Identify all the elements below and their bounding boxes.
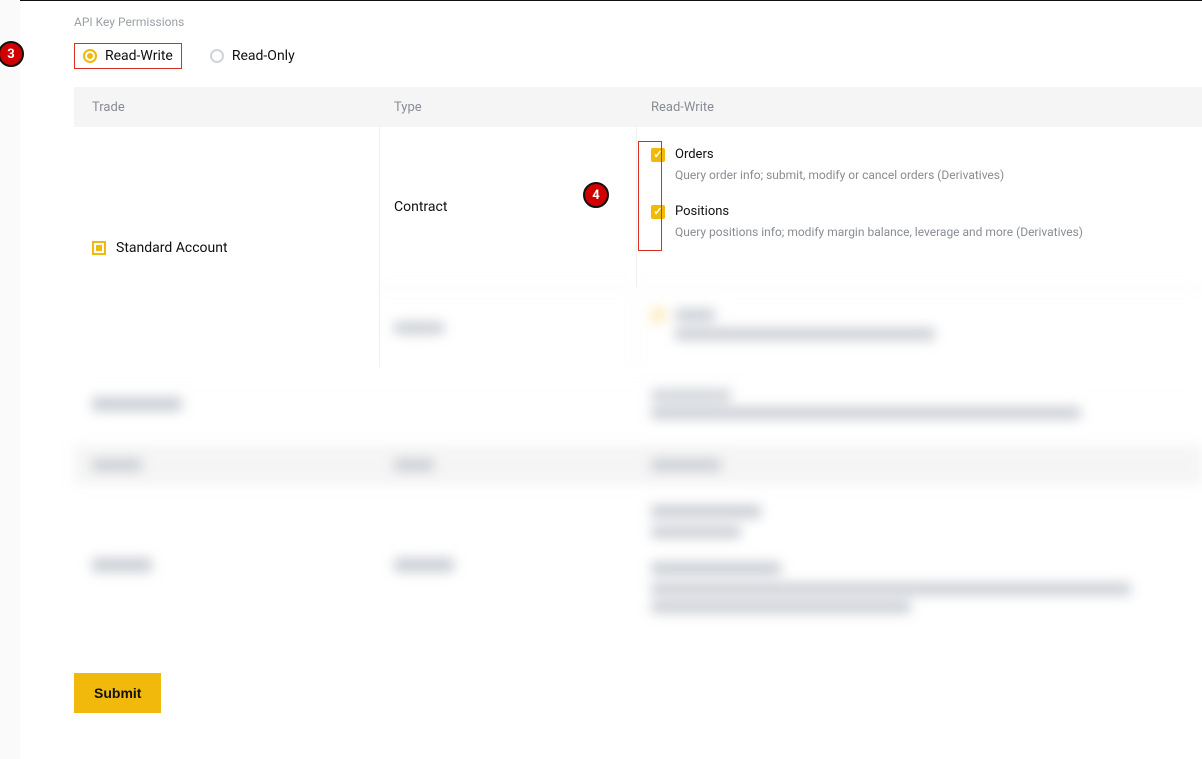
perm-desc: Query positions info; modify margin bala… (675, 225, 1188, 239)
permissions-table: Trade Type Read-Write Standard Account C… (74, 87, 1202, 645)
section-label: API Key Permissions (74, 15, 1202, 29)
radio-label: Read-Write (105, 48, 173, 64)
blurred-section (74, 368, 1202, 645)
cell-trade: Standard Account (74, 127, 380, 368)
table-header: Trade Type Read-Write (74, 87, 1202, 127)
blurred-row (380, 287, 1202, 368)
perm-orders: ✓ Orders Query order info; submit, modif… (651, 147, 1188, 182)
col-header-type: Type (380, 100, 637, 115)
account-label: Standard Account (116, 240, 228, 256)
perm-title: Orders (675, 147, 714, 162)
perm-positions: ✓ Positions Query positions info; modify… (651, 204, 1188, 239)
radio-read-only[interactable]: Read-Only (202, 44, 303, 68)
cell-permissions: ✓ Orders Query order info; submit, modif… (637, 127, 1202, 287)
table-row: Standard Account Contract ✓ Orders Query… (74, 127, 1202, 368)
annotation-4: 4 (583, 182, 609, 208)
radio-label: Read-Only (232, 48, 295, 64)
permission-radio-group: Read-Write Read-Only (74, 43, 1202, 69)
page-root: 3 API Key Permissions Read-Write Read-On… (20, 0, 1202, 759)
perm-desc: Query order info; submit, modify or canc… (675, 168, 1188, 182)
radio-icon (83, 49, 97, 63)
radio-icon (210, 49, 224, 63)
col-header-perm: Read-Write (637, 100, 1202, 115)
radio-read-write[interactable]: Read-Write (74, 43, 182, 69)
account-checkbox[interactable] (92, 241, 106, 255)
annotation-3: 3 (0, 41, 24, 67)
col-header-trade: Trade (74, 100, 380, 115)
perm-title: Positions (675, 204, 729, 219)
checkbox-orders[interactable]: ✓ (651, 148, 665, 162)
submit-button[interactable]: Submit (74, 673, 161, 713)
checkbox-positions[interactable]: ✓ (651, 205, 665, 219)
